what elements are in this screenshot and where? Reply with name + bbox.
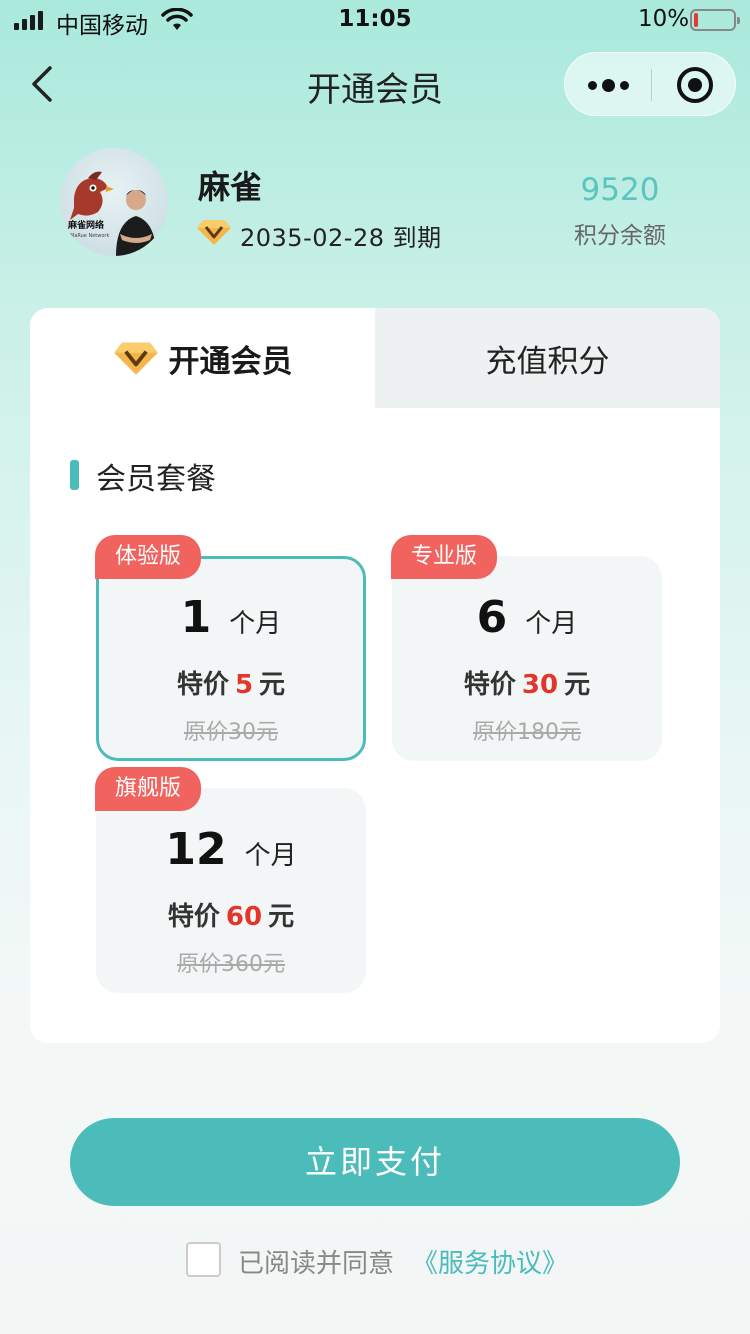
more-button[interactable] xyxy=(565,53,651,117)
price-value: 60 xyxy=(225,902,263,932)
plan-price: 特价 60 元 xyxy=(96,896,366,933)
points-balance-label: 积分余额 xyxy=(574,223,666,249)
username: 麻雀 xyxy=(198,168,263,206)
price-suffix: 元 xyxy=(564,670,591,700)
points-balance-value: 9520 xyxy=(580,172,660,208)
plan-price: 特价 30 元 xyxy=(392,664,662,701)
plan-months: 12 xyxy=(165,824,227,875)
pay-now-button[interactable]: 立即支付 xyxy=(70,1118,680,1206)
more-dots-icon xyxy=(587,80,597,90)
plan-price: 特价 5 元 xyxy=(99,664,363,701)
battery-fill xyxy=(694,13,698,27)
section-marker xyxy=(70,460,79,490)
plan-card-flagship[interactable]: 旗舰版 12 个月 特价 60 元 原价360元 xyxy=(95,767,366,993)
more-dots-icon xyxy=(601,78,615,92)
original-price: 原价30元 xyxy=(184,720,278,745)
membership-card: 开通会员 充值积分 会员套餐 体验版 1 个月 特价 5 元 原价30元 专业版 6个… xyxy=(30,308,720,1043)
battery-icon xyxy=(690,9,740,31)
plan-unit: 个月 xyxy=(525,609,578,639)
back-arrow-icon xyxy=(32,66,52,102)
plan-duration: 6 个月 xyxy=(392,592,662,643)
close-button[interactable] xyxy=(652,53,737,117)
plan-badge: 体验版 xyxy=(95,535,202,579)
plan-months: 1 xyxy=(180,592,212,643)
mini-program-capsule xyxy=(564,52,736,116)
plan-card-pro[interactable]: 专业版 6 个月 特价 30 元 原价180元 xyxy=(391,535,662,761)
avatar-logo-text: 麻雀网络 xyxy=(67,219,104,231)
tab-recharge-label: 充值积分 xyxy=(485,343,610,380)
avatar-image: 麻雀网络 MaRue Network xyxy=(67,171,156,256)
original-price: 原价360元 xyxy=(177,952,285,977)
back-button[interactable] xyxy=(24,62,64,106)
more-dots-icon xyxy=(619,80,629,90)
plan-unit: 个月 xyxy=(244,841,297,871)
price-prefix: 特价 xyxy=(463,670,516,700)
tab-membership[interactable]: 开通会员 xyxy=(30,308,375,408)
plan-unit: 个月 xyxy=(229,609,282,639)
plan-duration: 1 个月 xyxy=(99,592,363,643)
close-target-dot xyxy=(688,78,702,92)
tab-recharge-points[interactable]: 充值积分 xyxy=(375,308,720,408)
plan-badge: 专业版 xyxy=(391,535,498,579)
avatar-logo-subtext: MaRue Network xyxy=(70,233,109,239)
agree-text: 已阅读并同意 xyxy=(238,1249,395,1279)
price-prefix: 特价 xyxy=(167,902,220,932)
price-prefix: 特价 xyxy=(176,670,229,700)
battery-percent: 10% xyxy=(638,6,690,32)
price-suffix: 元 xyxy=(268,902,295,932)
membership-expiry: 2035-02-28 到期 xyxy=(240,224,442,252)
original-price: 原价180元 xyxy=(473,720,581,745)
price-value: 30 xyxy=(521,670,559,700)
plan-duration: 12 个月 xyxy=(96,824,366,875)
avatar[interactable]: 麻雀网络 MaRue Network xyxy=(60,148,168,256)
status-bar: 中国移动 11:05 10% xyxy=(0,0,750,40)
price-suffix: 元 xyxy=(259,670,286,700)
plan-months: 6 xyxy=(476,592,508,643)
tab-membership-label: 开通会员 xyxy=(168,343,293,380)
plan-badge: 旗舰版 xyxy=(95,767,202,811)
vip-diamond-icon xyxy=(197,220,231,245)
price-value: 5 xyxy=(234,670,254,700)
section-title: 会员套餐 xyxy=(96,462,216,497)
vip-diamond-icon xyxy=(113,342,158,375)
plan-card-trial[interactable]: 体验版 1 个月 特价 5 元 原价30元 xyxy=(95,535,366,761)
agree-checkbox[interactable] xyxy=(186,1242,221,1277)
service-agreement-link[interactable]: 《服务协议》 xyxy=(412,1243,568,1280)
